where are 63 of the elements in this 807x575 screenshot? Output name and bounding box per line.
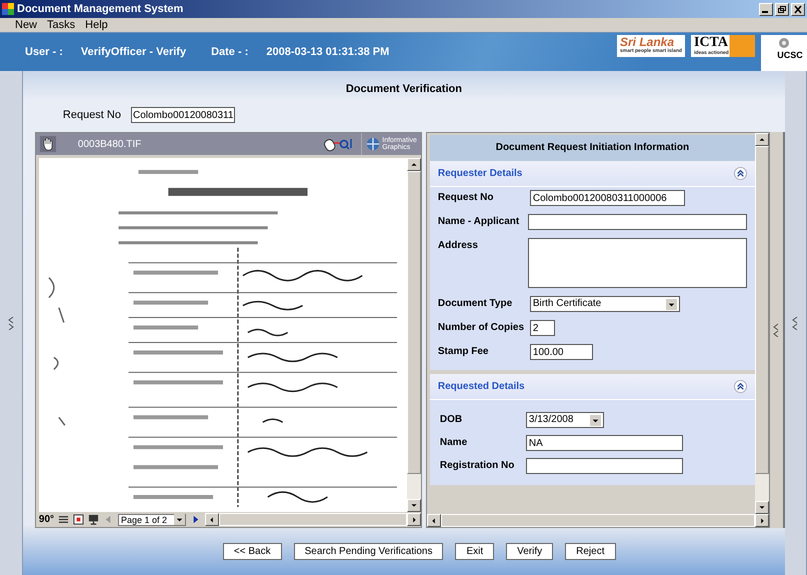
scroll-down-icon[interactable]: [754, 501, 769, 514]
monitor-icon[interactable]: [88, 514, 100, 525]
date-time: 2008-03-13 01:31:38 PM: [266, 46, 390, 58]
page-title: Document Verification: [344, 83, 463, 97]
restore-icon[interactable]: [775, 2, 789, 16]
layers-icon[interactable]: [58, 514, 70, 525]
scroll-right-icon[interactable]: [406, 513, 421, 526]
input-field[interactable]: [526, 458, 683, 474]
input-field[interactable]: [528, 214, 747, 230]
close-icon[interactable]: [791, 2, 805, 16]
action-button[interactable]: Verify: [506, 543, 554, 560]
scroll-left-icon[interactable]: [426, 514, 441, 527]
scroll-up-icon[interactable]: [754, 133, 769, 146]
field-label: Name: [440, 436, 468, 450]
scroll-down-icon[interactable]: [406, 499, 421, 512]
date-label: Date - :: [211, 46, 248, 58]
field-label: Number of Copies: [438, 321, 526, 335]
mouse-zoom-icon[interactable]: [323, 136, 354, 152]
dropdown[interactable]: 3/13/2008: [526, 412, 604, 428]
scroll-left-icon[interactable]: [205, 513, 220, 526]
expand-arrow-icon[interactable]: [773, 323, 780, 337]
hand-icon[interactable]: [40, 136, 56, 152]
scroll-up-icon[interactable]: [406, 158, 421, 171]
input-field[interactable]: 100.00: [530, 344, 593, 360]
field-label: Request No: [438, 191, 494, 205]
section-header[interactable]: Requested Details: [430, 374, 755, 400]
minimize-icon[interactable]: [759, 2, 773, 16]
action-button[interactable]: Reject: [565, 543, 616, 560]
menu-item[interactable]: New: [15, 19, 38, 31]
window-title: Document Management System: [17, 3, 184, 15]
field-label: Request No: [62, 109, 121, 121]
frame-icon[interactable]: [73, 514, 84, 525]
logo: UCSC: [761, 35, 807, 73]
file-name: 0003B480.TIF: [78, 138, 142, 150]
input-field[interactable]: 2: [530, 320, 555, 336]
input-field[interactable]: Colombo00120080311: [130, 107, 236, 123]
field-label: Document Type: [438, 297, 514, 311]
menu-item[interactable]: Help: [85, 19, 108, 31]
panel-title: Document Request Initiation Information: [430, 135, 755, 161]
field-label: DOB: [440, 413, 464, 427]
action-button[interactable]: Search Pending Verifications: [294, 543, 444, 560]
input-field[interactable]: Colombo00120080311000006: [530, 190, 685, 206]
menu-item[interactable]: Tasks: [47, 19, 76, 31]
text-area[interactable]: [528, 238, 747, 288]
input-field[interactable]: NA: [526, 435, 683, 451]
collapse-icon[interactable]: [734, 167, 747, 180]
collapse-icon[interactable]: [734, 380, 747, 393]
field-label: Registration No: [440, 459, 516, 473]
expand-arrow-icon[interactable]: [8, 316, 14, 330]
user-label: User - :: [25, 46, 63, 58]
scroll-right-icon[interactable]: [754, 514, 769, 527]
rotate-button[interactable]: 90°: [38, 514, 54, 525]
dropdown[interactable]: Birth Certificate: [530, 296, 680, 312]
action-button[interactable]: Exit: [455, 543, 494, 560]
field-label: Address: [438, 239, 479, 253]
field-label: Name - Applicant: [438, 215, 520, 229]
expand-arrow-icon[interactable]: [792, 316, 798, 330]
action-button[interactable]: << Back: [222, 543, 282, 560]
page-dropdown[interactable]: Page 1 of 2: [118, 514, 186, 526]
field-label: Stamp Fee: [438, 345, 490, 359]
app-icon: [2, 3, 14, 15]
user-name: VerifyOfficer - Verify: [80, 46, 186, 58]
section-header[interactable]: Requester Details: [430, 161, 755, 187]
